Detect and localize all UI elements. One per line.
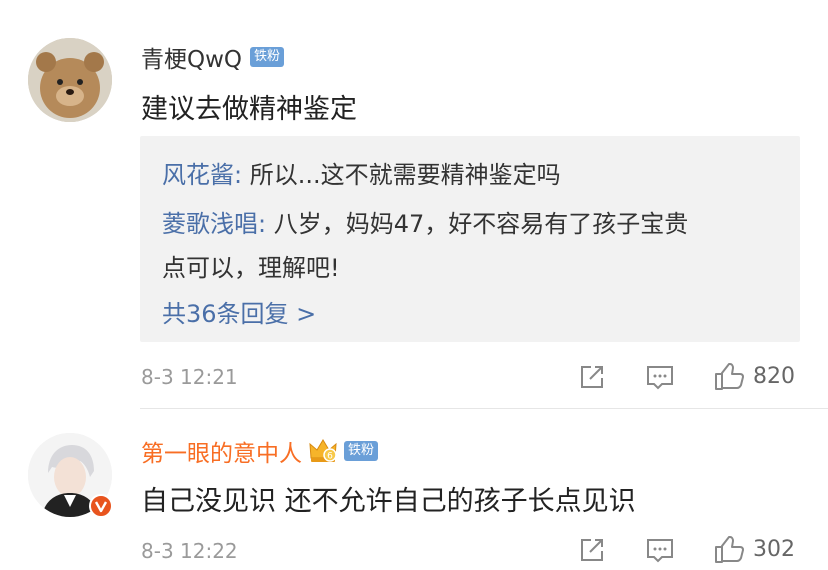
comment-text: 自己没见识 还不允许自己的孩子长点见识 [141, 486, 636, 517]
reply-item[interactable]: 风花酱: 所以...这不就需要精神鉴定吗 [162, 155, 561, 190]
user-line: 青梗QwQ 铁粉 [141, 40, 285, 74]
reply-text-continued: 点可以，理解吧! [162, 254, 340, 282]
svg-text:6: 6 [327, 452, 333, 462]
timestamp: 8-3 12:22 [141, 539, 238, 563]
share-icon[interactable] [578, 363, 606, 391]
username[interactable]: 青梗QwQ [141, 40, 242, 74]
comment-item: 第一眼的意中人 6 铁粉 自己没见识 还不允许自己的孩子长点见识 8-3 12:… [0, 409, 828, 570]
share-icon[interactable] [578, 536, 606, 564]
username[interactable]: 第一眼的意中人 [141, 434, 302, 468]
more-replies-link[interactable]: 共36条回复 > [162, 294, 316, 329]
timestamp: 8-3 12:21 [141, 365, 238, 389]
like-icon[interactable] [713, 361, 745, 391]
comment-text: 建议去做精神鉴定 [141, 94, 357, 125]
reply-text: 八岁，妈妈47，好不容易有了孩子宝贵 [266, 210, 689, 238]
avatar[interactable] [28, 38, 112, 122]
comment-item: 青梗QwQ 铁粉 建议去做精神鉴定 风花酱: 所以...这不就需要精神鉴定吗 菱… [0, 0, 828, 408]
comment-icon[interactable] [645, 364, 675, 392]
bear-avatar-image [28, 38, 112, 122]
verified-v-icon [89, 494, 113, 518]
reply-author[interactable]: 菱歌浅唱: [162, 210, 266, 238]
replies-box: 风花酱: 所以...这不就需要精神鉴定吗 菱歌浅唱: 八岁，妈妈47，好不容易有… [140, 136, 800, 342]
like-button[interactable]: 820 [713, 361, 795, 391]
user-line: 第一眼的意中人 6 铁粉 [141, 434, 379, 468]
like-icon[interactable] [713, 534, 745, 564]
like-count: 820 [753, 363, 795, 389]
reply-text: 所以...这不就需要精神鉴定吗 [242, 161, 561, 189]
fan-badge: 铁粉 [250, 47, 285, 67]
reply-author[interactable]: 风花酱: [162, 161, 242, 189]
like-button[interactable]: 302 [713, 534, 795, 564]
crown-icon: 6 [308, 438, 338, 464]
comment-icon[interactable] [645, 537, 675, 565]
reply-item[interactable]: 菱歌浅唱: 八岁，妈妈47，好不容易有了孩子宝贵 [162, 204, 688, 239]
like-count: 302 [753, 536, 795, 562]
fan-badge: 铁粉 [344, 441, 379, 461]
